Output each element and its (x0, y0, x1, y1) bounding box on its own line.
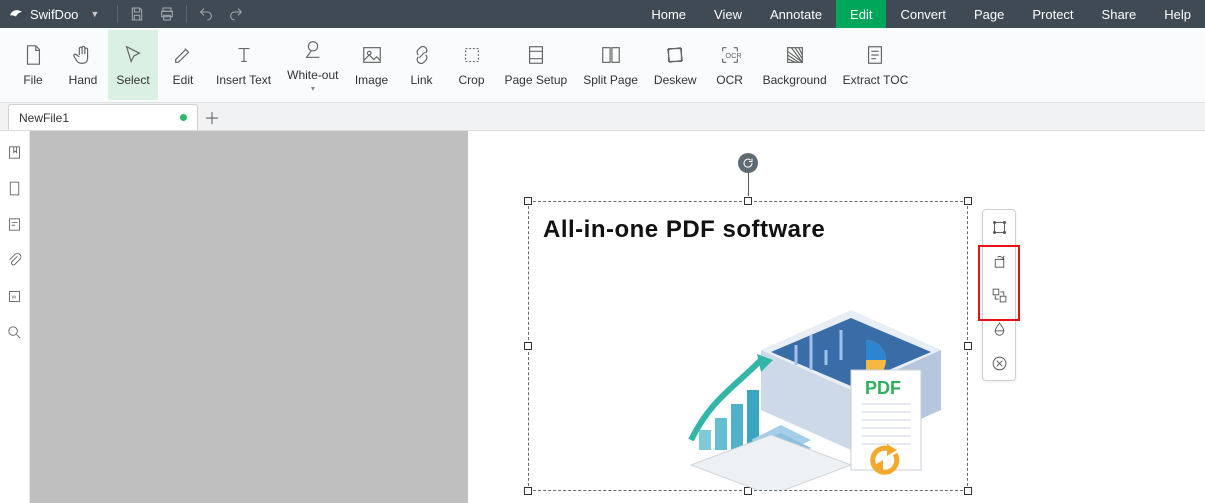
tabbar: NewFile1 ＋ (0, 103, 1205, 131)
rotation-line (748, 169, 749, 196)
tool-label: Image (355, 73, 388, 87)
document-tab[interactable]: NewFile1 (8, 104, 198, 130)
menu-annotate[interactable]: Annotate (756, 0, 836, 28)
tool-white-out[interactable]: White-out ▾ (279, 30, 346, 100)
image-headline: All-in-one PDF software (529, 202, 967, 244)
divider (186, 5, 187, 23)
pencil-icon (171, 43, 195, 67)
opacity-tool-icon[interactable] (988, 318, 1010, 340)
tool-split-page[interactable]: Split Page (575, 30, 646, 100)
tool-label: Edit (173, 73, 194, 87)
tool-label: Link (410, 73, 432, 87)
divider (117, 5, 118, 23)
link-icon (410, 43, 434, 67)
background-icon (783, 43, 807, 67)
tool-label: Split Page (583, 73, 638, 87)
menubar: SwifDoo ▼ Home View Annotate Edit Conver… (0, 0, 1205, 28)
tool-file[interactable]: File (8, 30, 58, 100)
pdf-badge-label: PDF (865, 378, 901, 398)
svg-text:W: W (12, 294, 17, 300)
stamps-icon[interactable]: W (4, 285, 26, 307)
rotation-handle[interactable] (738, 153, 758, 173)
tool-image[interactable]: Image (347, 30, 397, 100)
tool-label: Select (116, 73, 149, 87)
redo-button[interactable] (221, 0, 251, 28)
text-icon (232, 43, 256, 67)
resize-handle-tl[interactable] (524, 197, 532, 205)
unsaved-dot-icon (180, 114, 187, 121)
resize-handle-tr[interactable] (964, 197, 972, 205)
print-button[interactable] (152, 0, 182, 28)
annotation-highlight-box (978, 245, 1020, 321)
app-brand[interactable]: SwifDoo ▼ (0, 6, 113, 22)
crop-icon (460, 43, 484, 67)
menu-edit[interactable]: Edit (836, 0, 886, 28)
tool-crop[interactable]: Crop (447, 30, 497, 100)
menu-share[interactable]: Share (1088, 0, 1151, 28)
tool-deskew[interactable]: Deskew (646, 30, 705, 100)
menu-page[interactable]: Page (960, 0, 1018, 28)
tool-label: Extract TOC (843, 73, 909, 87)
svg-text:OCR: OCR (725, 51, 741, 60)
tool-background[interactable]: Background (755, 30, 835, 100)
resize-handle-tc[interactable] (744, 197, 752, 205)
tool-hand[interactable]: Hand (58, 30, 108, 100)
app-name-label: SwifDoo (30, 7, 78, 22)
pages-icon[interactable] (4, 177, 26, 199)
side-toolbar: W (0, 131, 30, 503)
image-icon (360, 43, 384, 67)
delete-tool-icon[interactable] (988, 352, 1010, 374)
tool-label: OCR (716, 73, 743, 87)
cursor-icon (121, 43, 145, 67)
tool-link[interactable]: Link (397, 30, 447, 100)
hand-icon (71, 43, 95, 67)
tool-label: Insert Text (216, 73, 271, 87)
workspace: W All-in-one PDF software (0, 131, 1205, 503)
add-tab-button[interactable]: ＋ (198, 104, 226, 130)
toc-icon (863, 43, 887, 67)
tool-select[interactable]: Select (108, 30, 158, 100)
tab-label: NewFile1 (19, 111, 69, 125)
tool-label: Hand (69, 73, 98, 87)
split-icon (599, 43, 623, 67)
app-menu-caret-icon: ▼ (84, 9, 105, 19)
menu-protect[interactable]: Protect (1018, 0, 1087, 28)
crop-tool-icon[interactable] (988, 216, 1010, 238)
tool-label: Deskew (654, 73, 697, 87)
eraser-icon (301, 38, 325, 62)
canvas-area[interactable]: All-in-one PDF software (30, 131, 1205, 503)
page-content: All-in-one PDF software (468, 131, 1205, 503)
menu-home[interactable]: Home (637, 0, 700, 28)
tool-page-setup[interactable]: Page Setup (497, 30, 576, 100)
tool-ocr[interactable]: OCR OCR (705, 30, 755, 100)
deskew-icon (663, 43, 687, 67)
menu-help[interactable]: Help (1150, 0, 1205, 28)
save-button[interactable] (122, 0, 152, 28)
ribbon: File Hand Select Edit Insert Text White-… (0, 28, 1205, 103)
tool-extract-toc[interactable]: Extract TOC (835, 30, 917, 100)
notes-icon[interactable] (4, 213, 26, 235)
canvas-margin (30, 131, 468, 503)
tool-label: File (23, 73, 42, 87)
tool-label: Background (763, 73, 827, 87)
chevron-down-icon: ▾ (311, 84, 315, 93)
ocr-icon: OCR (718, 43, 742, 67)
app-logo-icon (8, 6, 24, 22)
undo-button[interactable] (191, 0, 221, 28)
tool-label: White-out (287, 68, 338, 82)
tool-insert-text[interactable]: Insert Text (208, 30, 279, 100)
menu-view[interactable]: View (700, 0, 756, 28)
menu-convert[interactable]: Convert (886, 0, 960, 28)
tool-label: Page Setup (505, 73, 568, 87)
file-icon (21, 43, 45, 67)
selected-image-object[interactable]: All-in-one PDF software (528, 201, 968, 491)
bookmarks-icon[interactable] (4, 141, 26, 163)
search-icon[interactable] (4, 321, 26, 343)
image-illustration: PDF (529, 244, 967, 490)
page-setup-icon (524, 43, 548, 67)
tool-edit[interactable]: Edit (158, 30, 208, 100)
attachments-icon[interactable] (4, 249, 26, 271)
tool-label: Crop (458, 73, 484, 87)
